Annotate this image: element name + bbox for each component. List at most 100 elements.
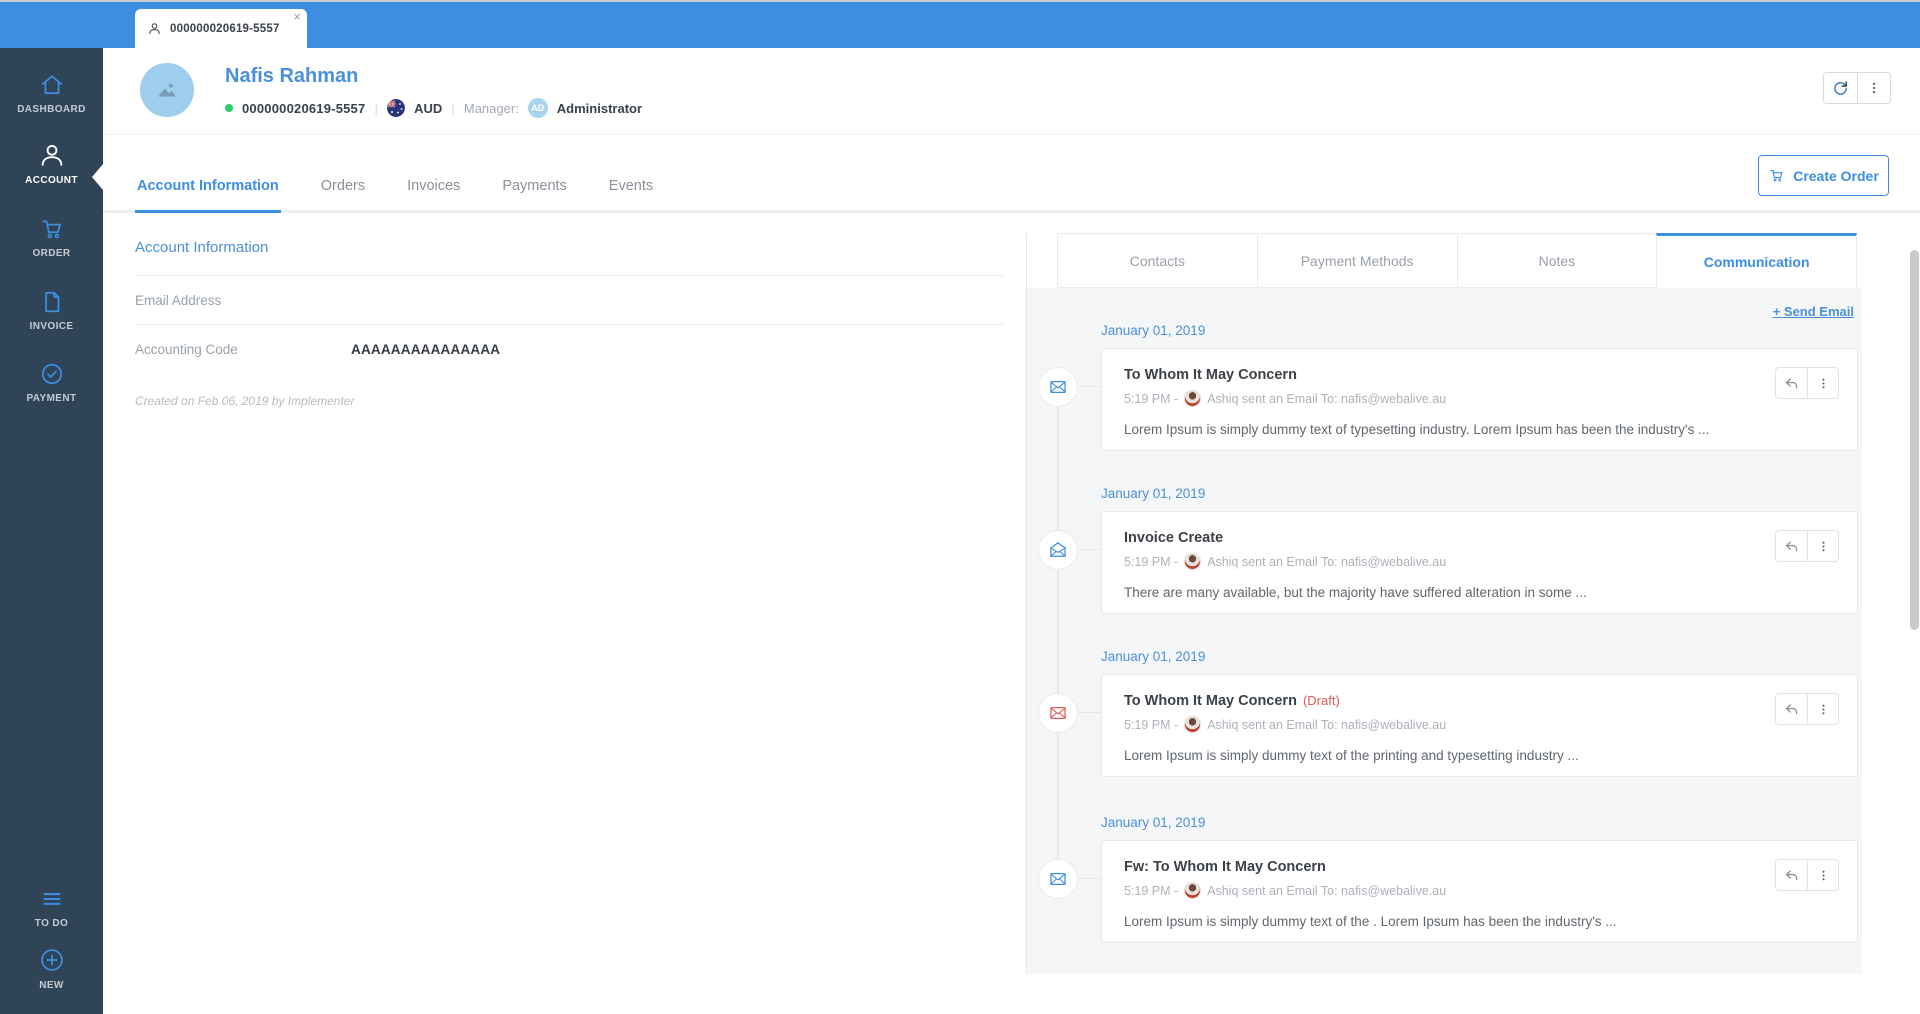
kebab-menu-icon — [1821, 870, 1825, 880]
sender-avatar — [1184, 882, 1202, 899]
refresh-icon — [1834, 80, 1847, 95]
tab-invoices[interactable]: Invoices — [405, 178, 462, 210]
email-subject: To Whom It May Concern (Draft) — [1124, 693, 1340, 709]
email-card[interactable]: Fw: To Whom It May Concern 5:19 PM - Ash… — [1101, 840, 1858, 943]
account-meta-row: 000000020619-5557 | AUD | Manager: AD Ad… — [225, 98, 642, 118]
manager-name: Administrator — [556, 100, 643, 116]
tab-payment-methods[interactable]: Payment Methods — [1256, 233, 1458, 288]
tab-communication[interactable]: Communication — [1656, 233, 1857, 288]
email-preview: Lorem Ipsum is simply dummy text of the … — [1124, 748, 1579, 763]
active-item-notch — [92, 164, 103, 190]
email-more-button[interactable] — [1807, 860, 1838, 890]
email-time: 5:19 PM - — [1124, 717, 1179, 732]
timeline-connector — [1078, 549, 1101, 550]
tab-orders[interactable]: Orders — [319, 178, 367, 210]
timeline-date: January 01, 2019 — [1101, 486, 1206, 501]
email-meta: 5:19 PM - Ashiq sent an Email To: nafis@… — [1124, 882, 1835, 899]
email-preview: There are many available, but the majori… — [1124, 585, 1587, 600]
email-sender: Ashiq sent an Email To: nafis@webalive.a… — [1207, 717, 1447, 732]
email-card[interactable]: Invoice Create 5:19 PM - Ashiq sent an E… — [1101, 511, 1858, 614]
timeline-entry: January 01, 2019 To Whom It May Concern … — [1027, 323, 1862, 451]
email-more-button[interactable] — [1807, 531, 1838, 561]
sidebar: DASHBOARD ACCOUNT ORDER INVOICE PAYMENT … — [0, 48, 103, 1014]
timeline-entry: January 01, 2019 Fw: To Whom It May Conc… — [1027, 815, 1862, 943]
timeline-date: January 01, 2019 — [1101, 323, 1206, 338]
reply-button[interactable] — [1776, 860, 1807, 890]
created-note: Created on Feb 06, 2019 by Implementer — [135, 394, 355, 408]
envelope-closed-draft-icon — [1038, 693, 1078, 733]
list-lines-icon — [42, 893, 61, 905]
sender-avatar — [1184, 390, 1202, 407]
tab-payments[interactable]: Payments — [500, 178, 568, 210]
account-tab[interactable]: 000000020619-5557 × — [135, 9, 307, 48]
field-row-email: Email Address — [135, 275, 1004, 324]
kebab-menu-icon — [1872, 82, 1876, 94]
timeline-entry: January 01, 2019 To Whom It May Concern(… — [1027, 649, 1862, 777]
sidebar-item-label: INVOICE — [29, 321, 74, 332]
email-card[interactable]: To Whom It May Concern 5:19 PM - Ashiq s… — [1101, 348, 1858, 451]
sidebar-item-todo[interactable]: TO DO — [0, 886, 103, 929]
send-email-link[interactable]: + Send Email — [1773, 304, 1854, 319]
sidebar-item-label: ACCOUNT — [25, 175, 78, 186]
sidebar-item-account[interactable]: ACCOUNT — [0, 141, 103, 186]
timeline-line — [1057, 387, 1059, 879]
email-action-group — [1775, 530, 1839, 562]
sidebar-item-label: ORDER — [32, 248, 71, 259]
email-card[interactable]: To Whom It May Concern (Draft) 5:19 PM - … — [1101, 674, 1858, 777]
sidebar-item-label: NEW — [39, 980, 64, 991]
timeline-connector — [1078, 386, 1101, 387]
email-sender: Ashiq sent an Email To: nafis@webalive.a… — [1207, 391, 1447, 406]
main-tab-bar: Account Information Orders Invoices Paym… — [103, 135, 1920, 213]
australia-flag-icon — [387, 99, 406, 117]
divider: | — [374, 100, 379, 116]
reply-icon — [1785, 869, 1798, 880]
currency-code: AUD — [414, 100, 443, 116]
sidebar-item-payment[interactable]: PAYMENT — [0, 361, 103, 404]
email-meta: 5:19 PM - Ashiq sent an Email To: nafis@… — [1124, 390, 1835, 407]
email-more-button[interactable] — [1807, 694, 1838, 724]
email-time: 5:19 PM - — [1124, 883, 1179, 898]
vertical-scrollbar[interactable] — [1910, 250, 1919, 630]
email-preview: Lorem Ipsum is simply dummy text of type… — [1124, 422, 1710, 437]
email-subject: To Whom It May Concern — [1124, 367, 1297, 383]
person-icon — [41, 144, 62, 166]
sidebar-item-label: DASHBOARD — [17, 104, 86, 115]
more-options-button[interactable] — [1857, 73, 1890, 103]
sidebar-item-invoice[interactable]: INVOICE — [0, 289, 103, 332]
envelope-closed-icon — [1038, 859, 1078, 899]
sidebar-item-new[interactable]: NEW — [0, 946, 103, 991]
document-icon — [44, 291, 59, 313]
email-preview: Lorem Ipsum is simply dummy text of the … — [1124, 914, 1617, 929]
kebab-menu-icon — [1821, 704, 1825, 714]
email-more-button[interactable] — [1807, 368, 1838, 398]
tab-contacts[interactable]: Contacts — [1057, 233, 1258, 288]
sidebar-item-order[interactable]: ORDER — [0, 216, 103, 259]
cart-icon — [41, 220, 61, 239]
reply-button[interactable] — [1776, 694, 1807, 724]
sidebar-item-label: TO DO — [34, 918, 69, 929]
tab-events[interactable]: Events — [607, 178, 655, 210]
field-value: AAAAAAAAAAAAAAA — [351, 341, 501, 357]
tab-notes[interactable]: Notes — [1456, 233, 1658, 288]
email-action-group — [1775, 693, 1839, 725]
image-placeholder-icon — [158, 83, 176, 97]
account-header: Nafis Rahman 000000020619-5557 | AUD | M… — [103, 48, 1920, 135]
reply-button[interactable] — [1776, 368, 1807, 398]
create-order-button[interactable]: Create Order — [1758, 155, 1889, 196]
timeline-date: January 01, 2019 — [1101, 815, 1206, 830]
email-sender: Ashiq sent an Email To: nafis@webalive.a… — [1207, 554, 1447, 569]
draft-badge: (Draft) — [1302, 693, 1340, 708]
cart-icon — [1770, 169, 1783, 182]
refresh-button[interactable] — [1824, 73, 1857, 103]
email-action-group — [1775, 859, 1839, 891]
divider: | — [451, 100, 455, 116]
sidebar-item-dashboard[interactable]: DASHBOARD — [0, 72, 103, 115]
reply-button[interactable] — [1776, 531, 1807, 561]
timeline-connector — [1078, 712, 1101, 713]
tab-account-information[interactable]: Account Information — [135, 178, 281, 213]
close-icon[interactable]: × — [293, 10, 301, 24]
status-dot — [225, 104, 233, 112]
kebab-menu-icon — [1821, 541, 1825, 551]
plus-circle-icon — [40, 949, 63, 971]
email-subject: Invoice Create — [1124, 530, 1224, 546]
